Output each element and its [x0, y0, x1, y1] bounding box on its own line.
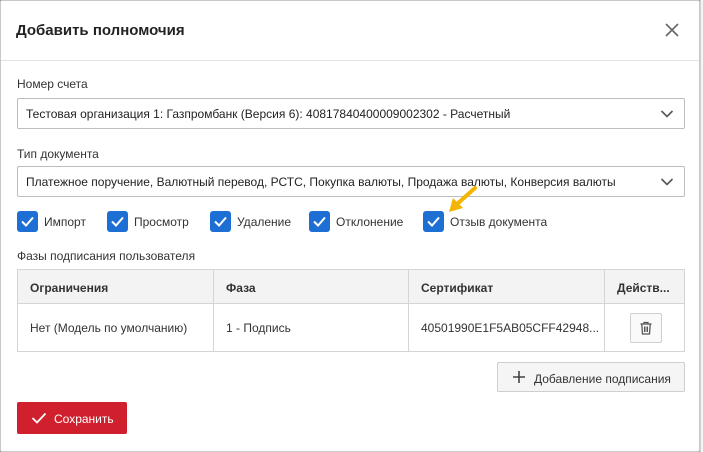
add-signer-button-label: Добавление подписания	[534, 372, 671, 386]
checkbox-checked-icon	[107, 211, 128, 232]
column-header-restrictions[interactable]: Ограничения	[18, 270, 214, 303]
dialog-title: Добавить полномочия	[16, 22, 185, 39]
checkbox-checked-icon	[17, 211, 38, 232]
cell-text: 1 - Подпись	[226, 321, 291, 335]
save-button[interactable]: Сохранить	[17, 402, 127, 434]
column-header-label: Фаза	[226, 281, 256, 295]
column-header-label: Действ...	[617, 281, 670, 295]
account-select-value: Тестовая организация 1: Газпромбанк (Вер…	[26, 107, 511, 121]
dialog-header: Добавить полномочия	[1, 1, 699, 61]
add-permissions-dialog: Добавить полномочия Номер счета Тестовая…	[0, 0, 700, 452]
checkbox-label: Удаление	[237, 215, 292, 229]
table-cell-restrictions: Нет (Модель по умолчанию)	[18, 304, 214, 351]
column-header-certificate[interactable]: Сертификат	[409, 270, 605, 303]
column-header-label: Сертификат	[421, 281, 494, 295]
doc-type-select[interactable]: Платежное поручение, Валютный перевод, Р…	[17, 166, 685, 197]
close-button[interactable]	[661, 19, 683, 41]
table-cell-phase: 1 - Подпись	[214, 304, 409, 351]
checkbox-checked-icon	[309, 211, 330, 232]
annotation-arrow-icon	[449, 186, 477, 212]
checkbox-checked-icon	[210, 211, 231, 232]
account-select[interactable]: Тестовая организация 1: Газпромбанк (Вер…	[17, 98, 685, 129]
column-header-label: Ограничения	[30, 281, 109, 295]
table-header-row: Ограничения Фаза Сертификат Действ...	[18, 270, 684, 304]
account-label: Номер счета	[17, 77, 88, 91]
checkbox-label: Импорт	[44, 215, 86, 229]
save-button-label: Сохранить	[54, 412, 114, 426]
add-signer-button[interactable]: Добавление подписания	[497, 362, 685, 392]
phases-label: Фазы подписания пользователя	[17, 249, 196, 263]
phases-table: Ограничения Фаза Сертификат Действ... Не…	[17, 269, 685, 352]
chevron-down-icon	[660, 175, 674, 189]
trash-icon	[640, 321, 652, 335]
doc-type-select-value: Платежное поручение, Валютный перевод, Р…	[26, 175, 616, 189]
table-cell-certificate: 40501990E1F5AB05CFF42948...	[409, 304, 605, 351]
chevron-down-icon	[660, 107, 674, 121]
cell-text: 40501990E1F5AB05CFF42948...	[421, 321, 600, 335]
plus-icon	[512, 370, 526, 384]
column-header-phase[interactable]: Фаза	[214, 270, 409, 303]
delete-row-button[interactable]	[630, 313, 662, 343]
checkmark-icon	[31, 411, 47, 425]
cell-text: Нет (Модель по умолчанию)	[30, 321, 188, 335]
doc-type-label: Тип документа	[17, 147, 99, 161]
table-row: Нет (Модель по умолчанию) 1 - Подпись 40…	[18, 304, 684, 351]
checkbox-label: Просмотр	[134, 215, 189, 229]
checkbox-label: Отклонение	[336, 215, 404, 229]
table-cell-actions	[605, 304, 684, 351]
column-header-actions[interactable]: Действ...	[605, 270, 684, 303]
close-icon	[665, 23, 679, 37]
